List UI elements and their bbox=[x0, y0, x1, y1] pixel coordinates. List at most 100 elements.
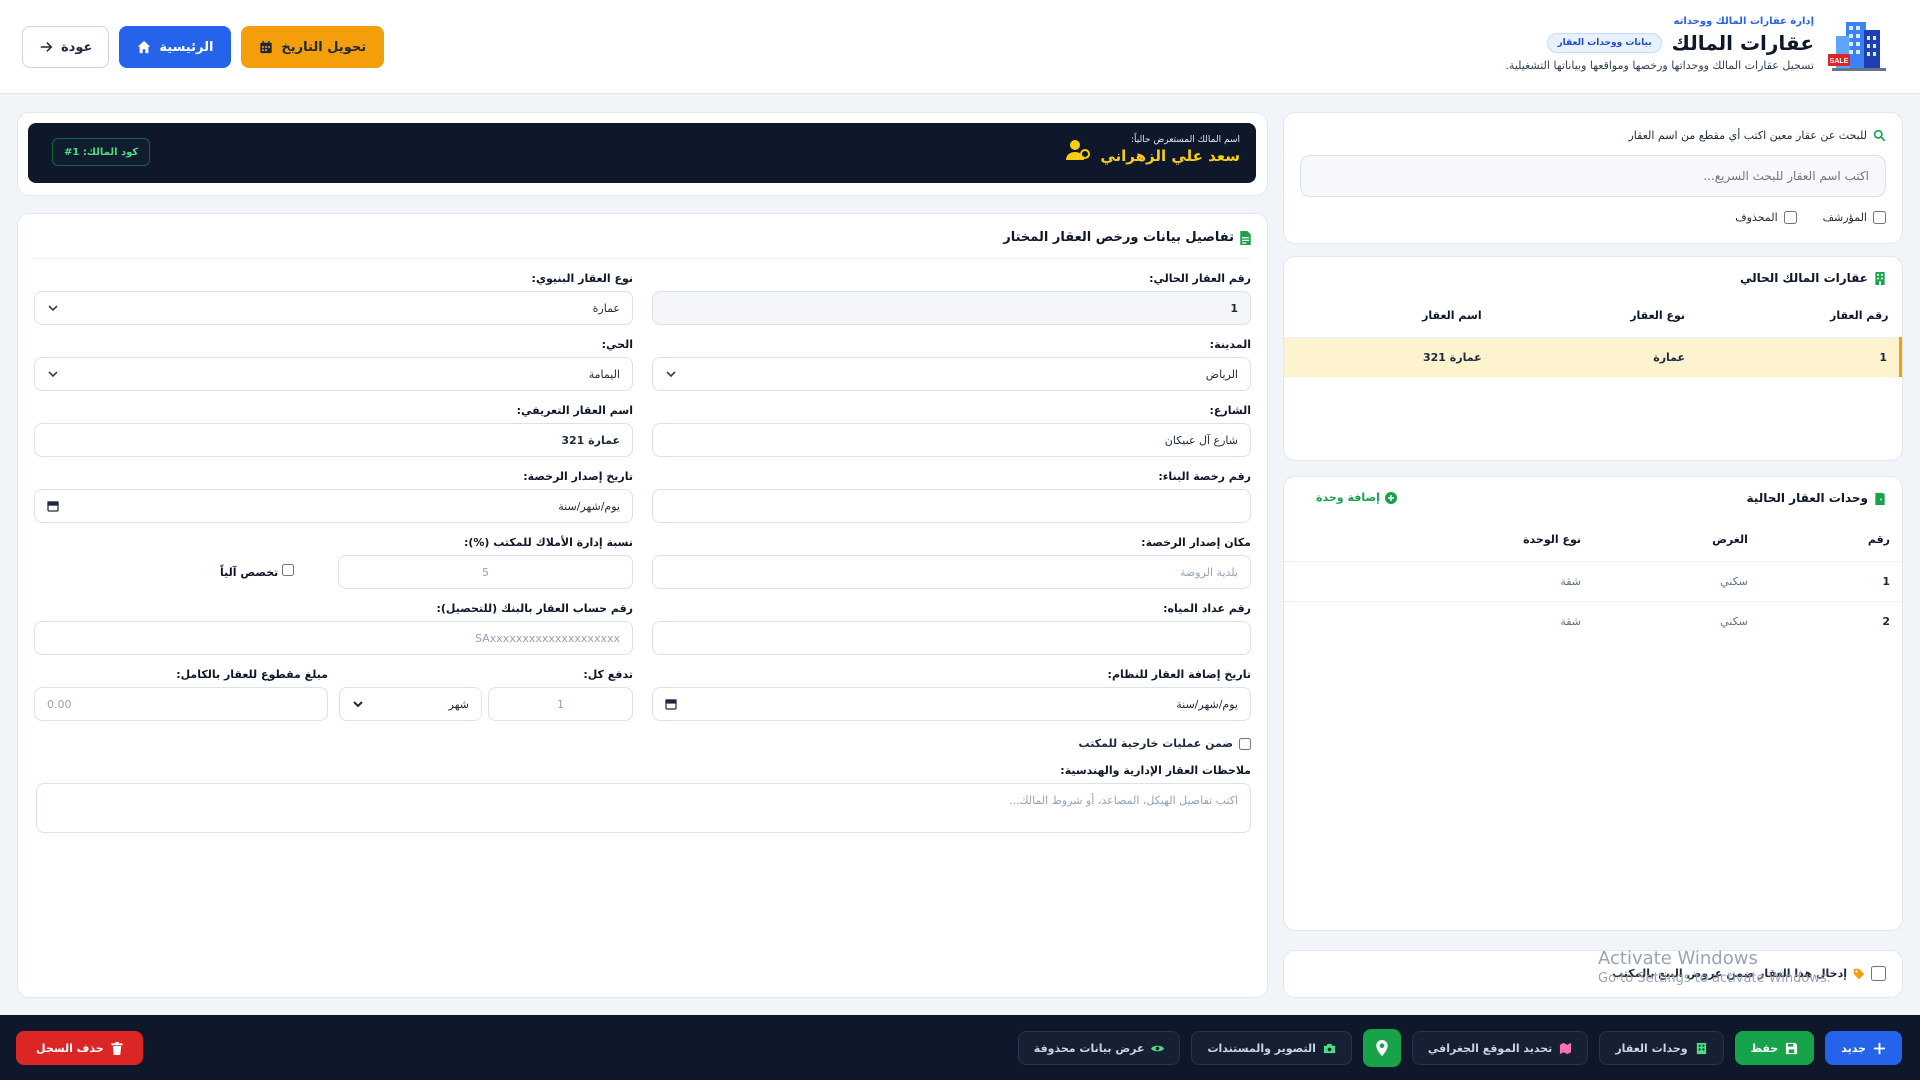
search-hint-row: للبحث عن عقار معين اكتب أي مقطع من اسم ا… bbox=[1628, 129, 1886, 142]
calendar-icon[interactable] bbox=[47, 500, 59, 512]
add-unit-label: إضافة وحدة bbox=[1316, 491, 1380, 504]
table-row[interactable]: 1 عمارة عمارة 321 bbox=[1284, 336, 1902, 377]
archived-filter[interactable]: المؤرشف bbox=[1823, 211, 1886, 224]
sale-offer-label: إدخال هذا العقار ضمن عروض البيع بالمكتب bbox=[1612, 967, 1847, 980]
pay-period-select[interactable]: شهر bbox=[339, 687, 482, 721]
lump-sum-input[interactable] bbox=[34, 687, 328, 721]
structure-type-field: نوع العقار البنيوي: عمارة bbox=[34, 272, 633, 325]
col-unit-purpose: الغرض bbox=[1712, 533, 1748, 547]
unit-number-cell: 1 bbox=[1759, 560, 1902, 601]
map-icon bbox=[1560, 1042, 1572, 1054]
structure-type-value: عمارة bbox=[592, 301, 620, 315]
added-date-label: تاريخ إضافة العقار للنظام: bbox=[1107, 668, 1251, 681]
new-button[interactable]: جديد bbox=[1825, 1031, 1902, 1065]
properties-table: رقم العقار نوع العقار اسم العقار 1 عمارة… bbox=[1284, 295, 1902, 377]
property-number-cell: 1 bbox=[1697, 336, 1902, 377]
property-number-input[interactable] bbox=[652, 291, 1251, 325]
geo-location-button[interactable]: تحديد الموقع الجغرافي bbox=[1411, 1031, 1589, 1065]
location-pin-button[interactable] bbox=[1362, 1029, 1401, 1067]
documents-button[interactable]: التصوير والمستندات bbox=[1191, 1031, 1352, 1065]
deleted-filter[interactable]: المحذوف bbox=[1735, 211, 1797, 224]
svg-text:SALE: SALE bbox=[1830, 58, 1849, 65]
auto-allocate-option[interactable]: تخصص آلياً bbox=[220, 564, 295, 579]
header-kicker: إدارة عقارات المالك ووحداته bbox=[1673, 16, 1814, 27]
display-name-field: اسم العقار التعريفي: bbox=[34, 404, 633, 457]
mgmt-pct-input[interactable] bbox=[338, 555, 633, 589]
units-title: وحدات العقار الحالية bbox=[1746, 491, 1868, 505]
save-button-label: حفظ bbox=[1750, 1041, 1779, 1055]
document-icon bbox=[1240, 230, 1251, 245]
convert-date-button[interactable]: تحويل التاريخ bbox=[241, 26, 385, 68]
save-button[interactable]: حفظ bbox=[1734, 1031, 1815, 1065]
delete-record-button[interactable]: حذف السجل bbox=[16, 1031, 143, 1065]
permit-number-input[interactable] bbox=[652, 489, 1251, 523]
documents-button-label: التصوير والمستندات bbox=[1207, 1041, 1316, 1055]
external-ops-option[interactable]: ضمن عمليات خارجية للمكتب bbox=[1079, 737, 1251, 750]
back-button[interactable]: عودة bbox=[22, 26, 110, 68]
building-logo-icon: SALE bbox=[1828, 14, 1890, 74]
table-row[interactable]: 1 سكني شقة bbox=[1284, 560, 1902, 601]
units-panel: وحدات العقار الحالية إضافة وحدة رقم الغر… bbox=[1283, 476, 1903, 931]
units-button[interactable]: وحدات العقار bbox=[1599, 1031, 1724, 1065]
pay-every-label: تدفع كل: bbox=[583, 668, 633, 681]
archived-checkbox[interactable] bbox=[1873, 211, 1886, 224]
view-deleted-label: عرض بيانات محذوفة bbox=[1033, 1041, 1145, 1055]
trash-icon bbox=[111, 1041, 123, 1055]
water-meter-input[interactable] bbox=[652, 621, 1251, 655]
auto-allocate-checkbox[interactable] bbox=[282, 564, 295, 576]
footer-actions: جديد حفظ وحدات العقار تحديد الموقع الجغر… bbox=[1017, 1029, 1902, 1067]
table-row[interactable]: 2 سكني شقة bbox=[1284, 600, 1902, 641]
bank-account-input[interactable] bbox=[34, 621, 633, 655]
street-input[interactable] bbox=[652, 423, 1251, 457]
archived-label: المؤرشف bbox=[1822, 211, 1867, 224]
display-name-input[interactable] bbox=[34, 423, 633, 457]
sale-offer-checkbox[interactable] bbox=[1871, 966, 1886, 981]
add-unit-button[interactable]: إضافة وحدة bbox=[1316, 491, 1397, 504]
display-name-label: اسم العقار التعريفي: bbox=[516, 404, 633, 417]
city-value: الرياض bbox=[1205, 367, 1238, 381]
notes-field: ملاحظات العقار الإدارية والهندسية: bbox=[36, 764, 1251, 833]
district-field: الحي: اليمامة bbox=[34, 338, 633, 391]
structure-type-select[interactable]: عمارة bbox=[34, 291, 633, 325]
filter-checks: المؤرشف المحذوف bbox=[1735, 211, 1886, 224]
deleted-checkbox[interactable] bbox=[1783, 211, 1797, 224]
unit-purpose-cell: سكني bbox=[1593, 600, 1760, 641]
water-meter-label: رقم عداد المياه: bbox=[1163, 602, 1251, 615]
property-details-panel: تفاصيل بيانات ورخص العقار المختار رقم ال… bbox=[17, 213, 1268, 998]
permit-date-input[interactable]: يوم/شهر/سنة bbox=[34, 489, 633, 523]
view-deleted-button[interactable]: عرض بيانات محذوفة bbox=[1017, 1031, 1181, 1065]
external-ops-checkbox[interactable] bbox=[1239, 737, 1251, 750]
owner-name: سعد علي الزهراني bbox=[1100, 147, 1240, 165]
header-badge: بيانات ووحدات العقار bbox=[1547, 33, 1662, 53]
notes-textarea[interactable] bbox=[36, 783, 1251, 833]
pay-every-input[interactable] bbox=[488, 687, 633, 721]
home-button-label: الرئيسية bbox=[159, 39, 214, 55]
header-actions: عودة الرئيسية تحويل التاريخ bbox=[22, 26, 385, 68]
district-select[interactable]: اليمامة bbox=[34, 357, 633, 391]
permit-place-input[interactable] bbox=[652, 555, 1251, 589]
page-title: عقارات المالك bbox=[1671, 31, 1814, 55]
unit-type-cell: شقة bbox=[1284, 600, 1594, 641]
back-button-label: عودة bbox=[61, 39, 93, 55]
owner-banner: اسم المالك المستعرض حالياً: سعد علي الزه… bbox=[28, 123, 1256, 183]
search-hint: للبحث عن عقار معين اكتب أي مقطع من اسم ا… bbox=[1628, 129, 1867, 142]
col-property-name: اسم العقار bbox=[1422, 309, 1482, 323]
sale-offer-panel: إدخال هذا العقار ضمن عروض البيع بالمكتب bbox=[1283, 950, 1903, 998]
home-icon bbox=[138, 40, 151, 54]
sale-offer-option[interactable]: إدخال هذا العقار ضمن عروض البيع بالمكتب bbox=[1612, 966, 1886, 981]
col-unit-type: نوع الوحدة bbox=[1523, 533, 1582, 547]
search-input[interactable] bbox=[1300, 155, 1886, 197]
permit-date-label: تاريخ إصدار الرخصة: bbox=[523, 470, 633, 483]
added-date-input[interactable]: يوم/شهر/سنة bbox=[652, 687, 1251, 721]
chevron-down-icon bbox=[48, 305, 58, 312]
bank-account-label: رقم حساب العقار بالبنك (للتحصيل): bbox=[436, 602, 633, 615]
calendar-icon[interactable] bbox=[665, 698, 677, 710]
property-type-cell: عمارة bbox=[1493, 336, 1698, 377]
search-panel: للبحث عن عقار معين اكتب أي مقطع من اسم ا… bbox=[1283, 112, 1903, 244]
owner-properties-panel: عقارات المالك الحالي رقم العقار نوع العق… bbox=[1283, 256, 1903, 461]
home-button[interactable]: الرئيسية bbox=[119, 26, 232, 68]
city-select[interactable]: الرياض bbox=[652, 357, 1251, 391]
search-icon bbox=[1873, 129, 1886, 142]
delete-record-label: حذف السجل bbox=[36, 1041, 104, 1055]
location-pin-icon bbox=[1376, 1040, 1388, 1056]
